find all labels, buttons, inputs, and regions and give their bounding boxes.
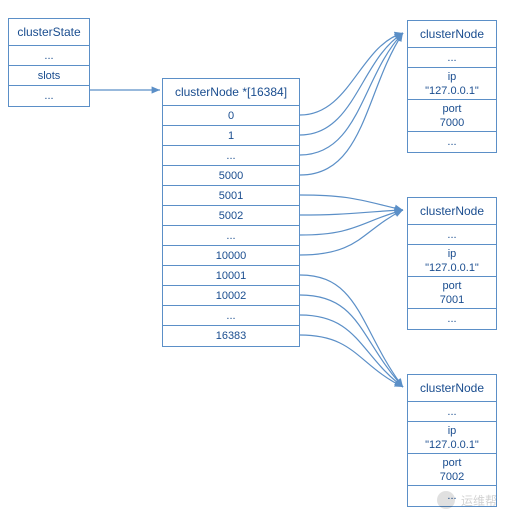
cluster-node-box-2: clusterNode ... ip"127.0.0.1" port7002 .…: [407, 374, 497, 507]
watermark: 运维帮: [437, 491, 497, 509]
cluster-node-row: ...: [408, 48, 496, 68]
slot-row: 1: [163, 126, 299, 146]
slot-array-title: clusterNode *[16384]: [163, 79, 299, 106]
cluster-node-row: ...: [408, 309, 496, 329]
slot-row: 0: [163, 106, 299, 126]
cluster-node-row: ...: [408, 225, 496, 245]
slot-row: 10002: [163, 286, 299, 306]
cluster-node-ip: ip"127.0.0.1": [408, 68, 496, 100]
slot-row: ...: [163, 146, 299, 166]
cluster-node-row: ...: [408, 132, 496, 152]
cluster-node-title: clusterNode: [408, 375, 496, 402]
cluster-node-title: clusterNode: [408, 198, 496, 225]
slot-row: ...: [163, 306, 299, 326]
cluster-node-box-1: clusterNode ... ip"127.0.0.1" port7001 .…: [407, 197, 497, 330]
slot-row: 5001: [163, 186, 299, 206]
slot-row: 10000: [163, 246, 299, 266]
slot-row: 10001: [163, 266, 299, 286]
cluster-node-box-0: clusterNode ... ip"127.0.0.1" port7000 .…: [407, 20, 497, 153]
slot-array-box: clusterNode *[16384] 0 1 ... 5000 5001 5…: [162, 78, 300, 347]
watermark-icon: [437, 491, 455, 509]
cluster-state-row: ...: [9, 46, 89, 66]
cluster-state-slots-row: slots: [9, 66, 89, 86]
slot-row: 5000: [163, 166, 299, 186]
watermark-text: 运维帮: [461, 492, 497, 509]
cluster-state-box: clusterState ... slots ...: [8, 18, 90, 107]
cluster-node-ip: ip"127.0.0.1": [408, 245, 496, 277]
cluster-node-ip: ip"127.0.0.1": [408, 422, 496, 454]
slot-row: 16383: [163, 326, 299, 346]
cluster-state-title: clusterState: [9, 19, 89, 46]
slot-row: ...: [163, 226, 299, 246]
cluster-node-port: port7001: [408, 277, 496, 309]
cluster-state-row: ...: [9, 86, 89, 106]
cluster-node-port: port7002: [408, 454, 496, 486]
cluster-node-title: clusterNode: [408, 21, 496, 48]
cluster-node-port: port7000: [408, 100, 496, 132]
slot-row: 5002: [163, 206, 299, 226]
cluster-node-row: ...: [408, 402, 496, 422]
